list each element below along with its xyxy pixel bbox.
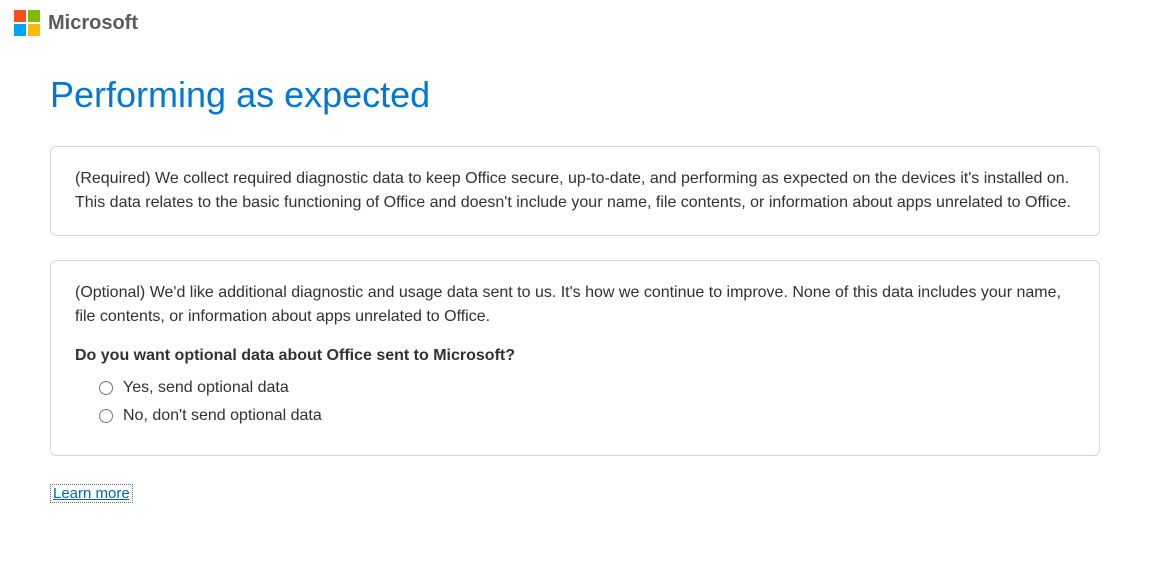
required-diagnostic-text: (Required) We collect required diagnosti… bbox=[75, 167, 1075, 215]
radio-option-yes[interactable]: Yes, send optional data bbox=[99, 379, 1075, 397]
brand-name: Microsoft bbox=[48, 12, 138, 35]
optional-diagnostic-intro: (Optional) We'd like additional diagnost… bbox=[75, 281, 1075, 329]
learn-more-link[interactable]: Learn more bbox=[50, 484, 133, 503]
page-title: Performing as expected bbox=[50, 74, 1100, 116]
radio-no-label[interactable]: No, don't send optional data bbox=[123, 407, 322, 425]
required-diagnostic-box: (Required) We collect required diagnosti… bbox=[50, 146, 1100, 236]
radio-yes-label[interactable]: Yes, send optional data bbox=[123, 379, 289, 397]
microsoft-logo-icon bbox=[14, 10, 40, 36]
optional-question: Do you want optional data about Office s… bbox=[75, 347, 1075, 365]
radio-no-input[interactable] bbox=[99, 409, 113, 423]
main-content: Performing as expected (Required) We col… bbox=[0, 74, 1150, 503]
header: Microsoft bbox=[0, 0, 1150, 46]
radio-yes-input[interactable] bbox=[99, 381, 113, 395]
radio-option-no[interactable]: No, don't send optional data bbox=[99, 407, 1075, 425]
optional-diagnostic-box: (Optional) We'd like additional diagnost… bbox=[50, 260, 1100, 456]
